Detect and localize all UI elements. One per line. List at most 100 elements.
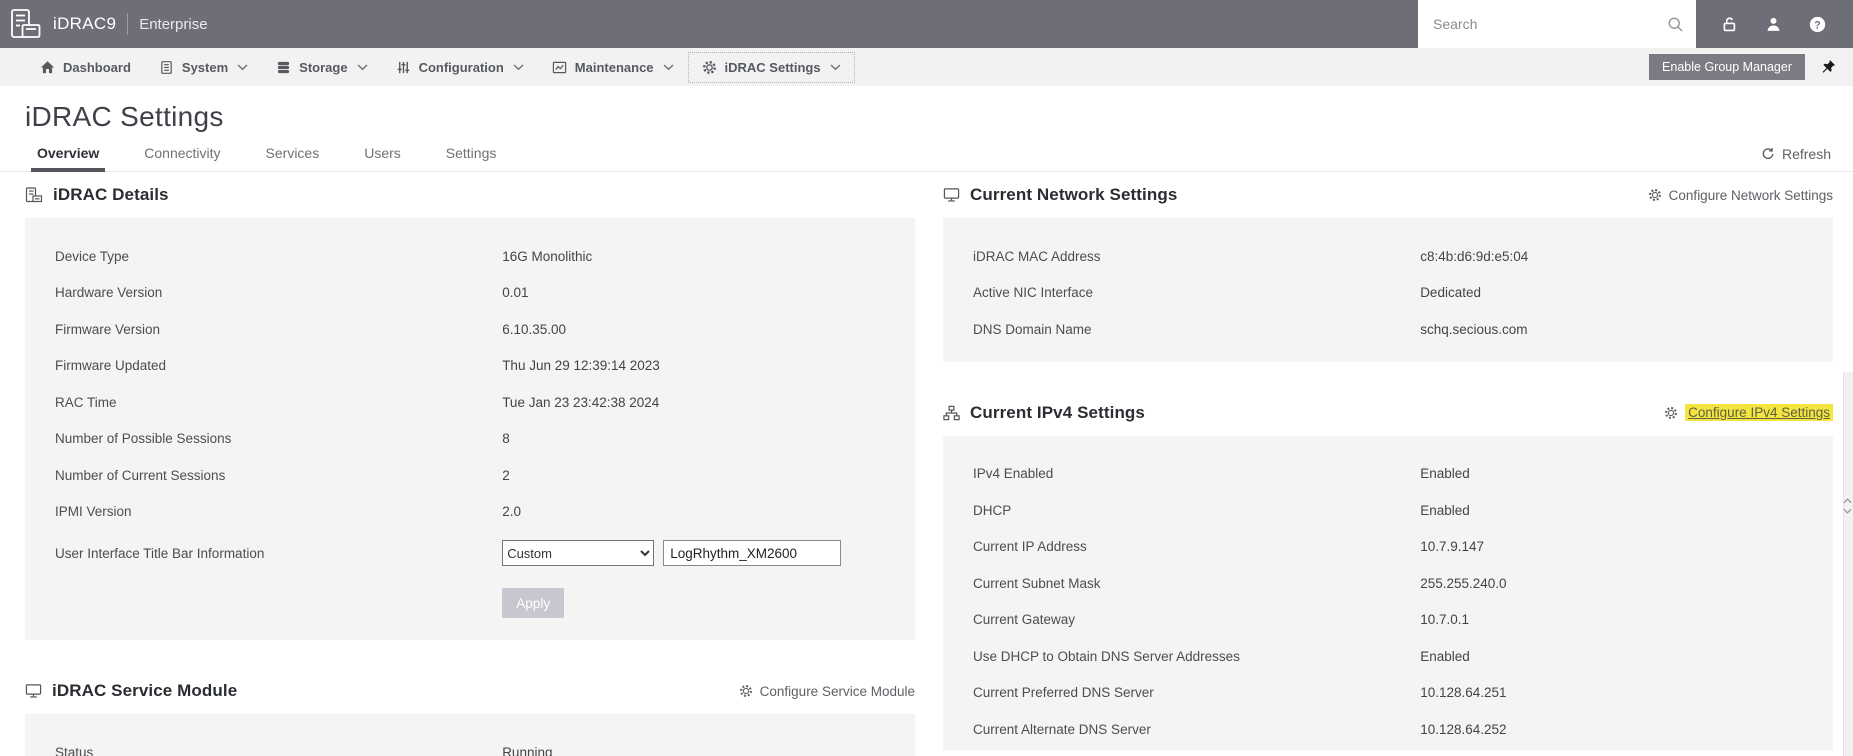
row-label: Use DHCP to Obtain DNS Server Addresses <box>973 648 1240 664</box>
nav-item-system[interactable]: System <box>145 52 262 83</box>
row-value: schq.secious.com <box>1420 321 1528 337</box>
detail-row: Number of Possible Sessions 8 <box>25 421 915 458</box>
scroll-down-icon[interactable] <box>1843 508 1852 514</box>
row-value: 10.7.9.147 <box>1420 539 1484 555</box>
chevron-down-icon <box>513 63 524 71</box>
user-icon[interactable] <box>1765 16 1782 33</box>
scroll-up-icon[interactable] <box>1843 498 1852 504</box>
storage-icon <box>276 60 291 75</box>
service-module-header: iDRAC Service Module Configure Service M… <box>25 668 915 714</box>
detail-row: Firmware Version 6.10.35.00 <box>25 311 915 348</box>
tab-users[interactable]: Users <box>361 145 404 171</box>
idrac-logo-icon <box>9 7 43 41</box>
nav-item-dashboard[interactable]: Dashboard <box>26 52 145 83</box>
configure-network-settings-link[interactable]: Configure Network Settings <box>1648 188 1833 203</box>
nav-item-idrac-settings[interactable]: iDRAC Settings <box>687 51 855 83</box>
title-bar-mode-select[interactable]: Custom <box>502 540 655 566</box>
refresh-button[interactable]: Refresh <box>1761 146 1831 171</box>
monitor-icon <box>943 187 960 203</box>
row-value: Enabled <box>1420 502 1470 518</box>
idrac-screen: iDRAC9 Enterprise Search ? Dashboard Sys… <box>0 0 1853 756</box>
chevron-down-icon <box>357 63 368 71</box>
row-value: Enabled <box>1420 648 1470 664</box>
row-label: Current Subnet Mask <box>973 575 1101 591</box>
title-bar-controls: Custom <box>502 540 915 566</box>
license-edition: Enterprise <box>139 15 208 33</box>
global-search <box>1418 0 1696 48</box>
navbar-right: Enable Group Manager <box>1649 54 1853 80</box>
row-value: 10.128.64.252 <box>1420 721 1507 737</box>
vertical-scrollbar[interactable] <box>1843 372 1853 756</box>
apply-button[interactable]: Apply <box>502 588 565 618</box>
idrac-details-panel: Device Type 16G Monolithic Hardware Vers… <box>25 218 915 640</box>
ipv4-settings-panel: IPv4 Enabled Enabled DHCP Enabled Curren… <box>943 435 1833 750</box>
row-label: IPMI Version <box>55 504 132 520</box>
help-icon[interactable]: ? <box>1809 16 1826 33</box>
row-label: Number of Current Sessions <box>55 467 226 483</box>
row-value: c8:4b:d6:9d:e5:04 <box>1420 248 1529 264</box>
nav-item-maintenance[interactable]: Maintenance <box>538 52 688 83</box>
gear-icon <box>1664 406 1678 420</box>
row-label: Status <box>55 744 94 756</box>
row-value: 16G Monolithic <box>502 248 593 264</box>
title-bar-info-row: User Interface Title Bar Information Cus… <box>25 530 915 576</box>
search-icon[interactable] <box>1667 16 1684 33</box>
monitor-icon <box>25 683 42 699</box>
row-label: Number of Possible Sessions <box>55 431 232 447</box>
content-area: iDRAC Details Device Type 16G Monolithic… <box>0 172 1853 756</box>
detail-row: Current Gateway 10.7.0.1 <box>943 602 1833 639</box>
detail-row: Current IP Address 10.7.9.147 <box>943 529 1833 566</box>
service-module-panel: Status Running <box>25 714 915 756</box>
row-value: Tue Jan 23 23:42:38 2024 <box>502 394 660 410</box>
idrac-details-rows: Device Type 16G Monolithic Hardware Vers… <box>25 238 915 530</box>
tab-services[interactable]: Services <box>263 145 323 171</box>
section-title: iDRAC Details <box>53 185 169 204</box>
svg-text:?: ? <box>1814 19 1820 31</box>
nav-item-storage[interactable]: Storage <box>262 52 381 83</box>
row-label: Current Gateway <box>973 612 1076 628</box>
server-card-icon <box>25 187 43 203</box>
nav-item-configuration[interactable]: Configuration <box>382 52 538 83</box>
tab-settings[interactable]: Settings <box>443 145 500 171</box>
network-settings-header: Current Network Settings Configure Netwo… <box>943 172 1833 218</box>
detail-row: Hardware Version 0.01 <box>25 275 915 312</box>
enable-group-manager-button[interactable]: Enable Group Manager <box>1649 54 1805 80</box>
configure-service-module-link[interactable]: Configure Service Module <box>739 684 915 699</box>
tab-connectivity[interactable]: Connectivity <box>141 145 223 171</box>
pin-icon[interactable] <box>1820 59 1836 75</box>
detail-row: Number of Current Sessions 2 <box>25 457 915 494</box>
detail-row: Use DHCP to Obtain DNS Server Addresses … <box>943 638 1833 675</box>
row-value: 6.10.35.00 <box>502 321 566 337</box>
configure-ipv4-settings-link[interactable]: Configure IPv4 Settings <box>1664 404 1833 421</box>
row-label: DNS Domain Name <box>973 321 1092 337</box>
row-value: Dedicated <box>1420 285 1481 301</box>
right-column: Current Network Settings Configure Netwo… <box>943 172 1833 756</box>
brand-divider <box>127 13 129 35</box>
row-value: 2.0 <box>502 504 521 520</box>
network-settings-panel: iDRAC MAC Address c8:4b:d6:9d:e5:04 Acti… <box>943 218 1833 362</box>
gear-icon <box>702 60 717 75</box>
row-value: 0.01 <box>502 285 529 301</box>
gear-icon <box>739 684 753 698</box>
row-label: Current Preferred DNS Server <box>973 685 1154 701</box>
row-label: Active NIC Interface <box>973 285 1094 301</box>
detail-row: Device Type 16G Monolithic <box>25 238 915 275</box>
row-value: Enabled <box>1420 466 1470 482</box>
app-header: iDRAC9 Enterprise Search ? <box>0 0 1853 48</box>
row-label: iDRAC MAC Address <box>973 248 1101 264</box>
service-module-rows: Status Running <box>25 734 915 756</box>
left-column: iDRAC Details Device Type 16G Monolithic… <box>25 172 915 756</box>
section-title: Current IPv4 Settings <box>970 402 1145 422</box>
tab-overview[interactable]: Overview <box>30 145 106 172</box>
unlock-icon[interactable] <box>1721 16 1738 33</box>
title-bar-text-input[interactable] <box>663 540 842 566</box>
page-title: iDRAC Settings <box>25 101 224 132</box>
row-label: Hardware Version <box>55 285 163 301</box>
detail-row: DNS Domain Name schq.secious.com <box>943 311 1833 348</box>
row-value: Thu Jun 29 12:39:14 2023 <box>502 358 660 374</box>
detail-row: Active NIC Interface Dedicated <box>943 275 1833 312</box>
gear-icon <box>1648 188 1662 202</box>
detail-row: Firmware Updated Thu Jun 29 12:39:14 202… <box>25 348 915 385</box>
search-input[interactable] <box>1433 16 1667 32</box>
